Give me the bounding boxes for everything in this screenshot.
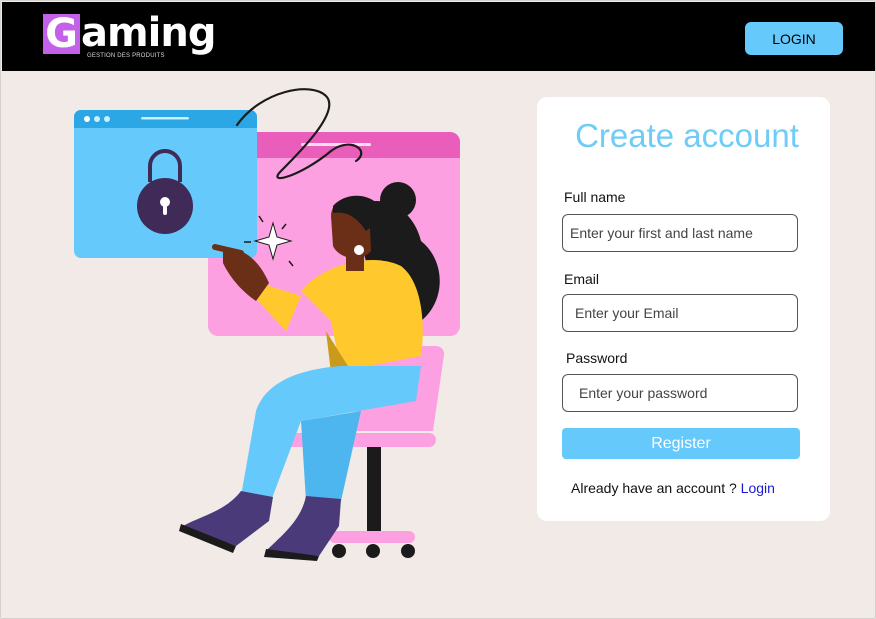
logo-letter-badge: G bbox=[43, 14, 80, 54]
signup-card: Create account Full name Email Password … bbox=[537, 97, 830, 521]
register-button[interactable]: Register bbox=[562, 428, 800, 459]
password-input[interactable] bbox=[562, 374, 798, 412]
full-name-label: Full name bbox=[564, 189, 626, 205]
brand-logo[interactable]: G aming GESTION DES PRODUITS bbox=[43, 11, 216, 63]
login-prompt-text: Already have an account ? bbox=[571, 480, 737, 496]
login-link[interactable]: Login bbox=[741, 480, 775, 496]
full-name-input[interactable] bbox=[562, 214, 798, 252]
login-prompt: Already have an account ? Login bbox=[571, 480, 775, 496]
email-label: Email bbox=[564, 271, 600, 287]
email-input[interactable] bbox=[562, 294, 798, 332]
login-button[interactable]: LOGIN bbox=[745, 22, 843, 55]
page: G aming GESTION DES PRODUITS LOGIN Creat… bbox=[0, 0, 876, 619]
password-label: Password bbox=[566, 350, 628, 366]
logo-wordmark: aming bbox=[81, 10, 216, 56]
top-navbar: G aming GESTION DES PRODUITS LOGIN bbox=[2, 2, 875, 71]
logo-subtitle: GESTION DES PRODUITS bbox=[87, 53, 165, 59]
security-illustration bbox=[74, 88, 460, 561]
form-title: Create account bbox=[575, 117, 799, 154]
